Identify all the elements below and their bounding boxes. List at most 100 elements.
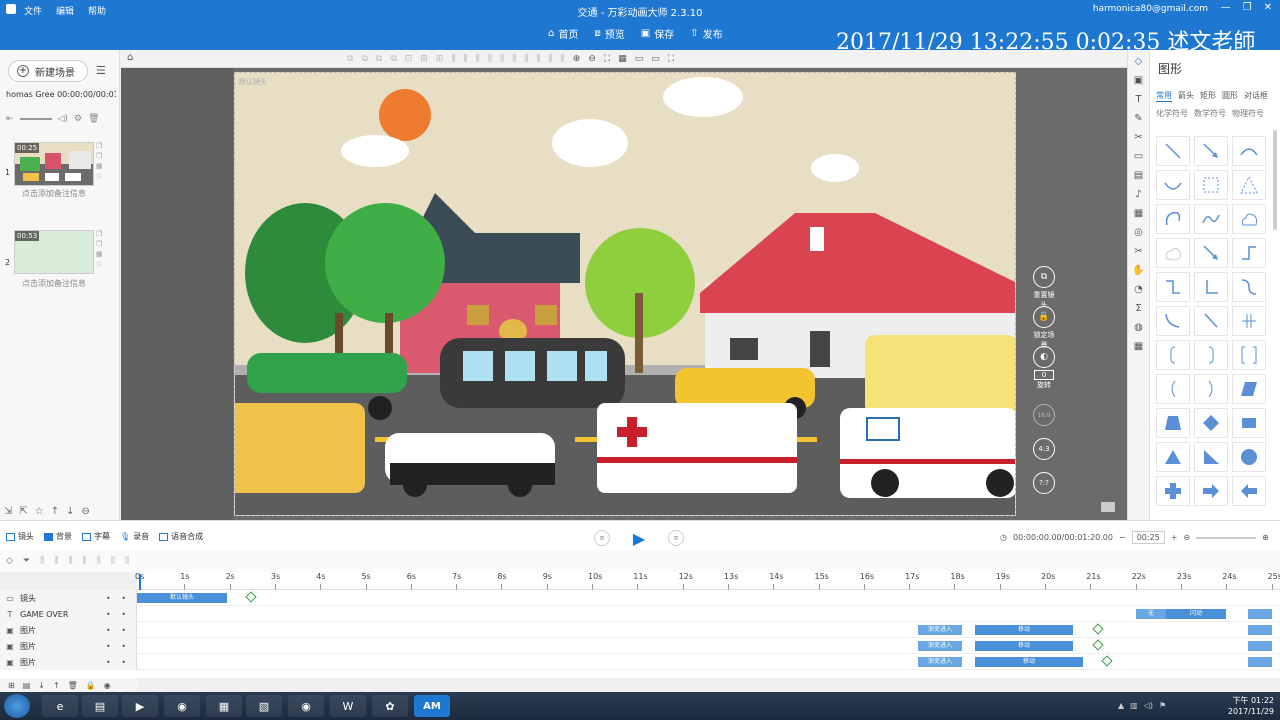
distribute-icon[interactable]: ⫼ xyxy=(561,54,565,64)
curved-arrow-shape[interactable] xyxy=(1156,306,1190,336)
screen-icon[interactable]: ▭ xyxy=(635,54,644,64)
scene-note[interactable]: 点击添加备注信息 xyxy=(14,278,94,289)
star-icon[interactable]: ☆ xyxy=(35,506,44,517)
eye-icon[interactable]: ◉ xyxy=(104,681,111,690)
tab-dialogs[interactable]: 对话框 xyxy=(1244,90,1268,102)
keyframe-marker[interactable] xyxy=(245,591,257,603)
timeline-clip[interactable]: 移动 xyxy=(975,641,1073,651)
scene-thumbnail-1[interactable]: 00:25 xyxy=(14,142,94,186)
tab-circles[interactable]: 圆形 xyxy=(1222,90,1238,102)
plus-shape[interactable] xyxy=(1156,476,1190,506)
distribute-icon[interactable]: ⫼ xyxy=(512,54,516,64)
align-icon[interactable]: ⫼ xyxy=(125,556,129,566)
align-icon[interactable]: ⧉ xyxy=(390,54,396,64)
timeline-clip[interactable]: 移动 xyxy=(975,625,1073,635)
copy-icon[interactable]: ❐ xyxy=(96,230,106,238)
zoom-out-icon[interactable]: ⊖ xyxy=(588,54,596,64)
distribute-icon[interactable]: ⫼ xyxy=(451,54,455,64)
tab-common[interactable]: 常用 xyxy=(1156,90,1172,102)
scene-list-icon[interactable]: ☰ xyxy=(96,64,106,77)
elbow-shape[interactable] xyxy=(1232,238,1266,268)
star-icon[interactable]: ☆ xyxy=(96,260,106,268)
distribute-icon[interactable]: ⫼ xyxy=(500,54,504,64)
folder-icon[interactable]: ▤ xyxy=(23,681,31,690)
chart-icon[interactable]: ◔ xyxy=(1134,284,1143,295)
align-icon[interactable]: ⫼ xyxy=(111,556,115,566)
shapes-scrollbar[interactable] xyxy=(1273,130,1277,230)
new-scene-button[interactable]: + 新建场景 xyxy=(8,60,88,82)
arc-shape[interactable] xyxy=(1232,136,1266,166)
play-icon[interactable]: ▶ xyxy=(628,527,650,549)
delete-icon[interactable]: 🗑 xyxy=(88,114,99,124)
import-icon[interactable]: ⇲ xyxy=(4,506,12,517)
align-icon[interactable]: ⧉ xyxy=(347,54,353,64)
formula-icon[interactable]: Σ xyxy=(1135,303,1141,314)
cut-icon[interactable]: ✂ xyxy=(1134,246,1142,257)
tab-math[interactable]: 数学符号 xyxy=(1194,108,1226,119)
circle-shape[interactable] xyxy=(1232,442,1266,472)
line-shape[interactable] xyxy=(1156,136,1190,166)
export-icon[interactable]: ⇱ xyxy=(19,506,27,517)
tab-record[interactable]: 🎙 录音 xyxy=(120,531,149,542)
tab-rectangles[interactable]: 矩形 xyxy=(1200,90,1216,102)
lock-dot[interactable]: • xyxy=(121,626,126,635)
ratio-16-9-button[interactable]: 16:9 xyxy=(1031,404,1057,428)
tab-subtitle[interactable]: 字幕 xyxy=(82,531,110,542)
timeline-clip[interactable]: 移动 xyxy=(975,657,1083,667)
add-keyframe-icon[interactable]: ◇ xyxy=(6,556,13,566)
right-paren-shape[interactable] xyxy=(1194,374,1228,404)
blob-shape[interactable] xyxy=(1156,238,1190,268)
move-down-icon[interactable]: ↓ xyxy=(66,506,74,517)
save-button[interactable]: ▣ 保存 xyxy=(641,26,674,41)
distribute-icon[interactable]: ⫼ xyxy=(464,54,468,64)
music-icon[interactable]: ♪ xyxy=(1135,189,1141,200)
ruler-icon[interactable]: ▭ xyxy=(651,54,660,64)
start-button[interactable] xyxy=(4,694,30,718)
distribute-icon[interactable]: ⫼ xyxy=(524,54,528,64)
tab-background[interactable]: 背景 xyxy=(44,531,72,542)
tools-icon[interactable]: ✂ xyxy=(1134,132,1142,143)
align-icon[interactable]: ⧉ xyxy=(376,54,382,64)
wave-shape[interactable] xyxy=(1194,204,1228,234)
settings-icon[interactable]: ⚙ xyxy=(74,114,82,124)
timeline-clip[interactable]: 默认镜头 xyxy=(137,593,227,603)
timeline-clip[interactable] xyxy=(1248,641,1272,651)
lock-dot[interactable]: • xyxy=(121,642,126,651)
visibility-dot[interactable]: • xyxy=(106,626,111,635)
preview-button[interactable]: ⧈ 预览 xyxy=(594,26,624,41)
next-frame-icon[interactable]: ⧈ xyxy=(668,530,684,546)
chrome-icon[interactable]: ◉ xyxy=(288,695,324,717)
folder-icon[interactable]: ▤ xyxy=(1134,170,1143,181)
grid-icon[interactable]: ▦ xyxy=(96,162,106,170)
speech-bubble-icon[interactable]: ▭ xyxy=(1134,151,1143,162)
timeline-ruler[interactable]: 0s1s2s3s4s5s6s7s8s9s10s11s12s13s14s15s16… xyxy=(135,572,1280,590)
triangle-shape[interactable] xyxy=(1156,442,1190,472)
duration-input[interactable]: 00:25 xyxy=(1131,531,1165,544)
move-up-icon[interactable]: ↑ xyxy=(51,506,59,517)
parallelogram-shape[interactable] xyxy=(1232,374,1266,404)
track-row[interactable]: ▣ 图片 • • 渐变进入 移动 xyxy=(0,638,1280,654)
rotate-value[interactable]: 0 xyxy=(1034,370,1054,380)
home-button[interactable]: ⌂ 首页 xyxy=(548,26,578,41)
animation-master-icon[interactable]: AM xyxy=(414,695,450,717)
copy-icon[interactable]: ❐ xyxy=(96,142,106,150)
timeline-clip[interactable]: 渐变进入 xyxy=(918,657,962,667)
tab-arrows[interactable]: 箭头 xyxy=(1178,90,1194,102)
align-icon[interactable]: ⫼ xyxy=(68,556,72,566)
keyframe-marker[interactable] xyxy=(1092,639,1104,651)
tab-physics[interactable]: 物理符号 xyxy=(1232,108,1264,119)
s-curve-shape[interactable] xyxy=(1232,272,1266,302)
hand-icon[interactable]: ✋ xyxy=(1132,265,1144,276)
clock[interactable]: 下午 01:22 2017/11/29 xyxy=(1228,695,1274,717)
lock-icon[interactable]: ⊡ xyxy=(405,54,413,64)
distribute-icon[interactable]: ⫼ xyxy=(488,54,492,64)
visibility-dot[interactable]: • xyxy=(106,658,111,667)
close-icon[interactable]: ✕ xyxy=(1264,2,1272,13)
elbow-arrow-shape[interactable] xyxy=(1156,272,1190,302)
brackets-shape[interactable] xyxy=(1232,340,1266,370)
grid-icon[interactable]: ▦ xyxy=(96,250,106,258)
video-icon[interactable]: ▦ xyxy=(1134,208,1143,219)
lock-dot[interactable]: • xyxy=(121,610,126,619)
rotate-control[interactable]: ◐ 0 旋转 xyxy=(1031,346,1057,390)
star-icon[interactable]: ☆ xyxy=(96,172,106,180)
